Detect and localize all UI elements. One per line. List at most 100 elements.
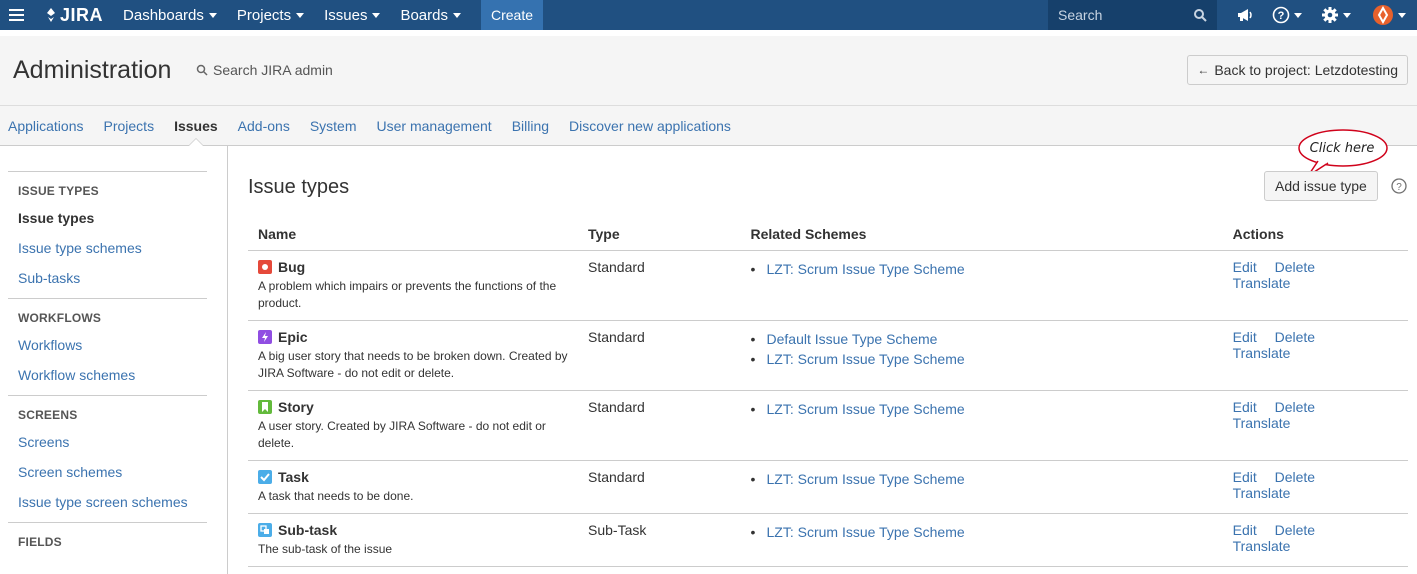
page-title: Administration bbox=[13, 56, 172, 84]
related-scheme-link[interactable]: Default Issue Type Scheme bbox=[751, 329, 1213, 349]
translate-link[interactable]: Translate bbox=[1233, 415, 1291, 431]
edit-link[interactable]: Edit bbox=[1233, 522, 1257, 538]
bug-icon bbox=[258, 260, 272, 274]
issue-type-description: A task that needs to be done. bbox=[258, 489, 414, 503]
sidebar-item-screens[interactable]: Screens bbox=[8, 432, 207, 462]
table-row: Story A user story. Created by JIRA Soft… bbox=[248, 390, 1408, 461]
tab-discover-new-applications[interactable]: Discover new applications bbox=[569, 106, 731, 146]
story-icon bbox=[258, 400, 272, 414]
nav-projects[interactable]: Projects bbox=[236, 6, 305, 24]
chevron-down-icon bbox=[296, 12, 305, 18]
table-row: Task A task that needs to be done. Stand… bbox=[248, 460, 1408, 514]
settings-menu-button[interactable] bbox=[1321, 0, 1351, 30]
chevron-down-icon bbox=[452, 12, 461, 18]
tab-applications[interactable]: Applications bbox=[8, 106, 84, 146]
issue-type-name: Epic bbox=[278, 329, 308, 345]
app-switcher-icon[interactable] bbox=[0, 0, 32, 30]
nav-label: Dashboards bbox=[123, 6, 204, 24]
nav-dashboards[interactable]: Dashboards bbox=[123, 7, 217, 24]
sidebar-item-issue-type-schemes[interactable]: Issue type schemes bbox=[8, 238, 207, 268]
user-avatar-button[interactable] bbox=[1372, 0, 1406, 30]
logo-text: JIRA bbox=[60, 4, 104, 25]
search-placeholder: Search bbox=[1058, 7, 1103, 23]
delete-link[interactable]: Delete bbox=[1275, 399, 1315, 415]
callout-text: Click here bbox=[1309, 141, 1375, 156]
svg-text:?: ? bbox=[1278, 10, 1285, 22]
jira-logo-icon bbox=[47, 8, 55, 22]
sidebar-section-fields: FIELDS bbox=[8, 522, 207, 549]
edit-link[interactable]: Edit bbox=[1233, 259, 1257, 275]
sidebar-heading: FIELDS bbox=[18, 535, 62, 549]
nav-label: Projects bbox=[236, 6, 292, 24]
admin-search-link[interactable]: Search JIRA admin bbox=[196, 62, 333, 78]
delete-link[interactable]: Delete bbox=[1275, 329, 1315, 345]
sidebar-item-screen-schemes[interactable]: Screen schemes bbox=[8, 462, 207, 492]
related-scheme-link[interactable]: LZT: Scrum Issue Type Scheme bbox=[751, 259, 1213, 279]
delete-link[interactable]: Delete bbox=[1275, 522, 1315, 538]
sidebar-item-workflows[interactable]: Workflows bbox=[8, 335, 207, 365]
issue-types-table: Name Type Related Schemes Actions Bug A … bbox=[248, 220, 1408, 567]
tab-billing[interactable]: Billing bbox=[512, 106, 549, 146]
search-input[interactable]: Search bbox=[1048, 0, 1217, 30]
back-to-project-button[interactable]: ← Back to project: Letzdotesting bbox=[1187, 55, 1408, 85]
chevron-down-icon bbox=[1398, 12, 1406, 18]
sidebar: ISSUE TYPES Issue types Issue type schem… bbox=[0, 146, 228, 574]
nav-label: Issues bbox=[324, 6, 368, 24]
issue-type-name: Sub-task bbox=[278, 522, 338, 538]
nav-boards[interactable]: Boards bbox=[400, 7, 461, 24]
jira-logo[interactable]: JIRA bbox=[44, 5, 103, 26]
top-navigation: JIRA Dashboards Projects Issues Boards C… bbox=[0, 0, 1417, 30]
tab-issues[interactable]: Issues bbox=[174, 106, 218, 147]
related-scheme-link[interactable]: LZT: Scrum Issue Type Scheme bbox=[751, 469, 1213, 489]
tab-projects[interactable]: Projects bbox=[104, 106, 155, 146]
task-icon bbox=[258, 470, 272, 484]
issue-types-heading: Issue types bbox=[248, 176, 350, 198]
edit-link[interactable]: Edit bbox=[1233, 329, 1257, 345]
subtask-icon bbox=[258, 523, 272, 537]
related-scheme-link[interactable]: LZT: Scrum Issue Type Scheme bbox=[751, 399, 1213, 419]
edit-link[interactable]: Edit bbox=[1233, 399, 1257, 415]
sidebar-heading: WORKFLOWS bbox=[18, 311, 102, 325]
sidebar-item-workflow-schemes[interactable]: Workflow schemes bbox=[8, 365, 207, 395]
related-scheme-link[interactable]: LZT: Scrum Issue Type Scheme bbox=[751, 349, 1213, 369]
sidebar-item-issue-type-screen-schemes[interactable]: Issue type screen schemes bbox=[8, 492, 207, 522]
delete-link[interactable]: Delete bbox=[1275, 259, 1315, 275]
avatar bbox=[1373, 5, 1393, 25]
issue-type-type: Sub-Task bbox=[578, 513, 741, 567]
search-icon bbox=[1194, 9, 1207, 22]
nav-issues[interactable]: Issues bbox=[324, 6, 381, 24]
sidebar-item-issue-types[interactable]: Issue types bbox=[8, 208, 207, 238]
translate-link[interactable]: Translate bbox=[1233, 538, 1291, 554]
issue-type-description: A problem which impairs or prevents the … bbox=[258, 279, 557, 310]
chevron-down-icon bbox=[1343, 12, 1351, 18]
nav-label: Boards bbox=[400, 6, 448, 24]
translate-link[interactable]: Translate bbox=[1233, 485, 1291, 501]
issue-type-type: Standard bbox=[578, 460, 741, 514]
tab-user-management[interactable]: User management bbox=[377, 106, 492, 146]
delete-link[interactable]: Delete bbox=[1275, 469, 1315, 485]
tab-system[interactable]: System bbox=[310, 106, 357, 146]
notifications-button[interactable] bbox=[1236, 0, 1254, 30]
translate-link[interactable]: Translate bbox=[1233, 345, 1291, 361]
create-button[interactable]: Create bbox=[480, 0, 544, 30]
help-menu-button[interactable]: ? bbox=[1272, 0, 1302, 30]
translate-link[interactable]: Translate bbox=[1233, 275, 1291, 291]
add-issue-type-button[interactable]: Add issue type bbox=[1264, 171, 1378, 201]
issue-type-description: A user story. Created by JIRA Software -… bbox=[258, 419, 546, 450]
column-header-type: Type bbox=[578, 220, 741, 251]
column-header-related-schemes: Related Schemes bbox=[740, 220, 1223, 251]
issue-type-type: Standard bbox=[578, 390, 741, 461]
sidebar-item-sub-tasks[interactable]: Sub-tasks bbox=[8, 268, 207, 298]
sidebar-section-screens: SCREENS Screens Screen schemes Issue typ… bbox=[8, 395, 207, 522]
column-header-actions: Actions bbox=[1222, 220, 1408, 251]
gear-icon bbox=[1322, 7, 1338, 23]
related-scheme-link[interactable]: LZT: Scrum Issue Type Scheme bbox=[751, 522, 1213, 542]
chevron-down-icon bbox=[208, 12, 217, 18]
issue-type-description: The sub-task of the issue bbox=[258, 542, 393, 556]
sidebar-section-issue-types: ISSUE TYPES Issue types Issue type schem… bbox=[8, 171, 207, 298]
edit-link[interactable]: Edit bbox=[1233, 469, 1257, 485]
help-icon[interactable]: ? bbox=[1391, 178, 1407, 194]
tab-add-ons[interactable]: Add-ons bbox=[238, 106, 290, 146]
megaphone-icon bbox=[1238, 9, 1252, 21]
issue-type-description: A big user story that needs to be broken… bbox=[258, 349, 568, 380]
